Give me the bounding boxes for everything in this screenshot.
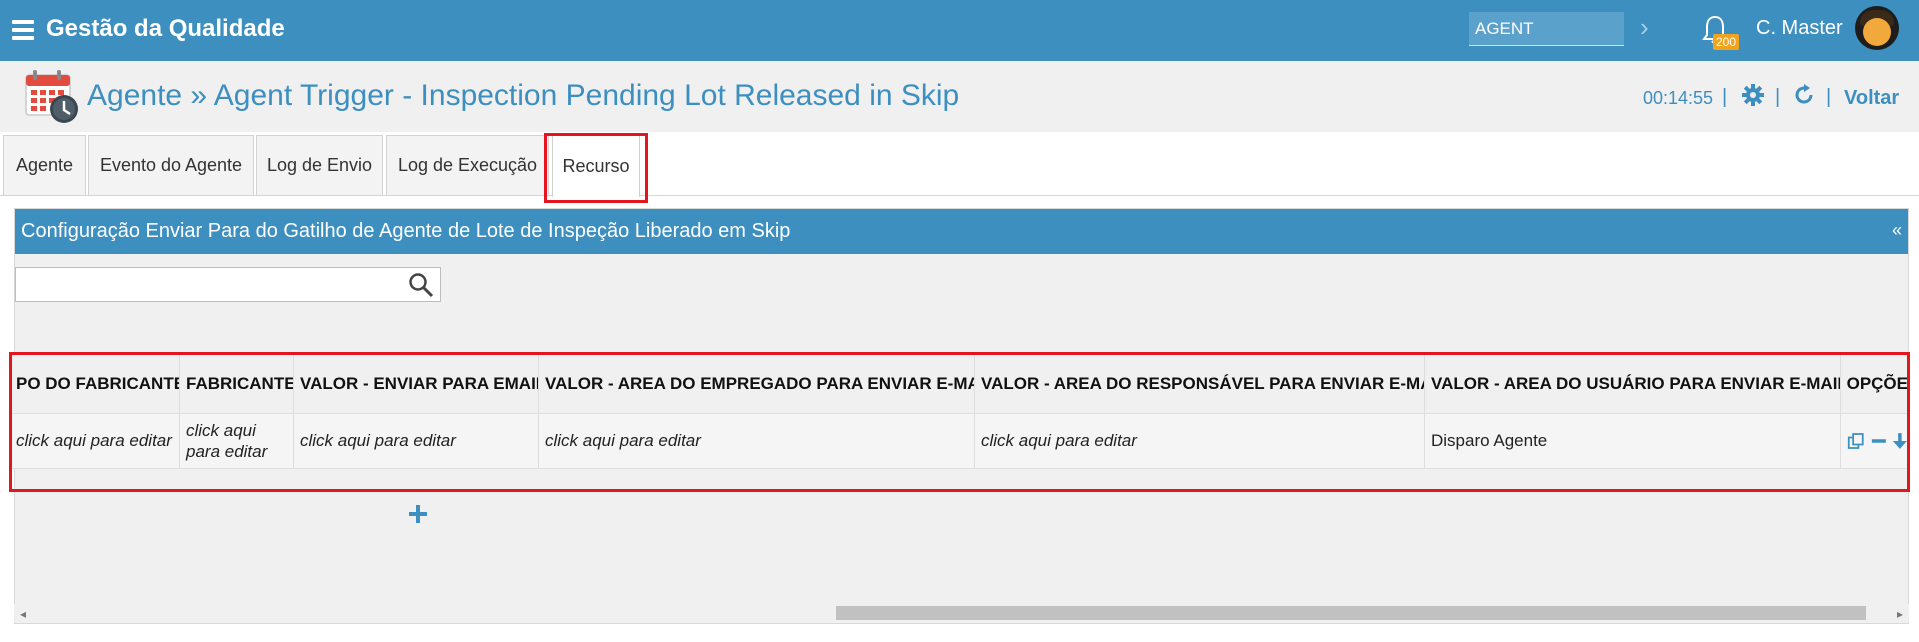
- plus-icon[interactable]: [408, 504, 428, 524]
- notification-badge: 200: [1713, 34, 1740, 50]
- calendar-clock-icon: [25, 70, 78, 123]
- scroll-right-icon[interactable]: ▸: [1897, 607, 1903, 621]
- scrollbar-thumb[interactable]: [836, 606, 1866, 620]
- separator: |: [1826, 86, 1832, 108]
- user-name[interactable]: C. Master: [1756, 17, 1843, 40]
- tab-highlight-box: [544, 133, 648, 203]
- session-timer: 00:14:55: [1643, 88, 1714, 108]
- menu-icon[interactable]: [12, 20, 34, 40]
- page-header: Agente » Agent Trigger - Inspection Pend…: [0, 61, 1919, 132]
- tab-bar: Agente Evento do Agente Log de Envio Log…: [0, 132, 1919, 197]
- chevron-right-icon[interactable]: ›: [1640, 12, 1649, 43]
- tab-log-de-execucao[interactable]: Log de Execução: [386, 135, 549, 195]
- app-title: Gestão da Qualidade: [46, 15, 285, 42]
- horizontal-scrollbar[interactable]: ◂ ▸: [14, 604, 1909, 622]
- collapse-button[interactable]: «: [1892, 220, 1902, 241]
- search-icon[interactable]: [408, 272, 434, 298]
- avatar[interactable]: [1855, 6, 1899, 50]
- refresh-icon[interactable]: [1792, 83, 1816, 107]
- separator: |: [1722, 86, 1728, 108]
- gear-icon[interactable]: [1741, 83, 1765, 107]
- search-input[interactable]: [15, 267, 441, 302]
- table-highlight-box: [9, 352, 1910, 492]
- agent-field[interactable]: [1469, 12, 1624, 46]
- tab-evento-do-agente[interactable]: Evento do Agente: [88, 135, 254, 195]
- separator: |: [1775, 86, 1781, 108]
- panel-header: Configuração Enviar Para do Gatilho de A…: [15, 209, 1908, 254]
- page-title: Agente » Agent Trigger - Inspection Pend…: [87, 79, 960, 112]
- panel-title: Configuração Enviar Para do Gatilho de A…: [21, 220, 791, 242]
- tab-agente[interactable]: Agente: [3, 135, 86, 195]
- scroll-left-icon[interactable]: ◂: [20, 607, 26, 621]
- top-bar: Gestão da Qualidade › 200 C. Master: [0, 0, 1919, 61]
- tab-log-de-envio[interactable]: Log de Envio: [256, 135, 383, 195]
- back-button[interactable]: Voltar: [1844, 87, 1899, 110]
